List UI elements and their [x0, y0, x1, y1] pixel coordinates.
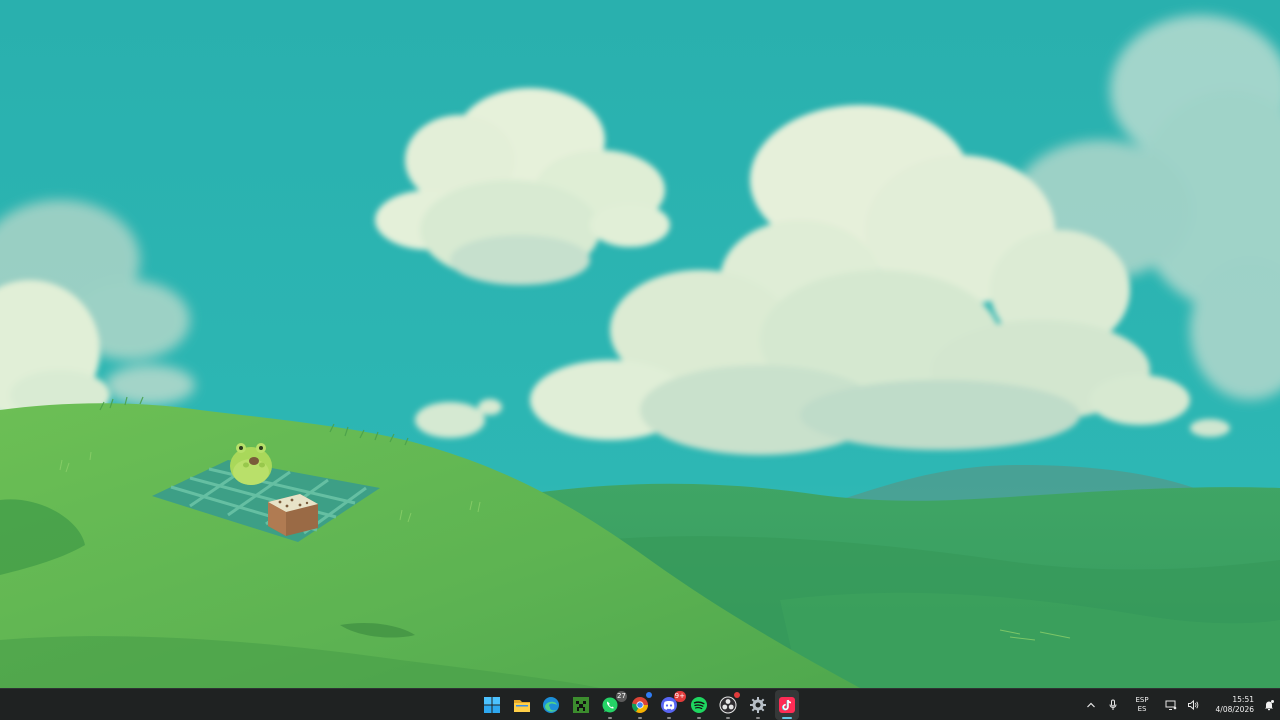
network-button[interactable]: [1160, 690, 1182, 720]
input-language-button[interactable]: ESP ES: [1124, 690, 1160, 720]
running-indicator: [755, 717, 760, 719]
notification-center-button[interactable]: [1258, 690, 1280, 720]
volume-button[interactable]: [1182, 690, 1204, 720]
bell-icon: [1265, 700, 1274, 711]
minecraft-button[interactable]: [569, 690, 593, 720]
running-indicator: [637, 717, 642, 719]
show-hidden-icons-button[interactable]: [1080, 690, 1102, 720]
network-icon: [1165, 700, 1177, 710]
gear-icon: [749, 697, 766, 713]
start-button[interactable]: [480, 690, 504, 720]
settings-button[interactable]: [746, 690, 770, 720]
keyboard-layout: ES: [1137, 705, 1147, 713]
spotify-icon: [690, 697, 707, 713]
whatsapp-badge: 27: [616, 691, 627, 702]
taskbar-apps: 27 9+: [480, 689, 799, 721]
tiktok-button[interactable]: [775, 690, 799, 720]
edge-icon: [543, 697, 559, 713]
obs-button[interactable]: [716, 690, 740, 720]
discord-badge: 9+: [673, 691, 686, 702]
edge-button[interactable]: [539, 690, 563, 720]
running-indicator: [608, 717, 612, 719]
minecraft-icon: [572, 697, 589, 713]
chrome-notification-dot: [645, 692, 652, 698]
file-explorer-button[interactable]: [510, 690, 534, 720]
microphone-button[interactable]: [1102, 690, 1124, 720]
clock-date: 4/08/2026: [1215, 705, 1254, 714]
clock-button[interactable]: 15:51 4/08/2026: [1204, 690, 1258, 720]
obs-icon: [719, 696, 737, 714]
system-tray: ESP ES 15:51 4/08/2026: [1080, 689, 1280, 721]
running-indicator: [667, 717, 671, 719]
tiktok-icon: [779, 697, 795, 713]
microphone-icon: [1109, 699, 1117, 710]
clock-time: 15:51: [1232, 695, 1254, 704]
windows-logo-icon: [484, 697, 500, 713]
language-code: ESP: [1135, 696, 1149, 704]
obs-notification-dot: [734, 692, 740, 698]
cake-slice: [268, 494, 318, 536]
running-indicator: [726, 717, 730, 719]
folder-icon: [513, 700, 530, 712]
active-indicator: [782, 717, 792, 719]
speaker-icon: [1188, 699, 1199, 711]
chevron-up-icon: [1087, 702, 1095, 708]
frog-character: [230, 443, 272, 485]
spotify-button[interactable]: [687, 690, 711, 720]
desktop-wallpaper: [0, 0, 1280, 688]
chrome-icon: [631, 697, 648, 713]
discord-button[interactable]: 9+: [657, 690, 686, 720]
whatsapp-button[interactable]: 27: [598, 690, 627, 720]
taskbar: 27 9+ ESP ES 15:51 4/08/2026: [0, 688, 1280, 720]
running-indicator: [696, 717, 701, 719]
chrome-button[interactable]: [628, 690, 652, 720]
